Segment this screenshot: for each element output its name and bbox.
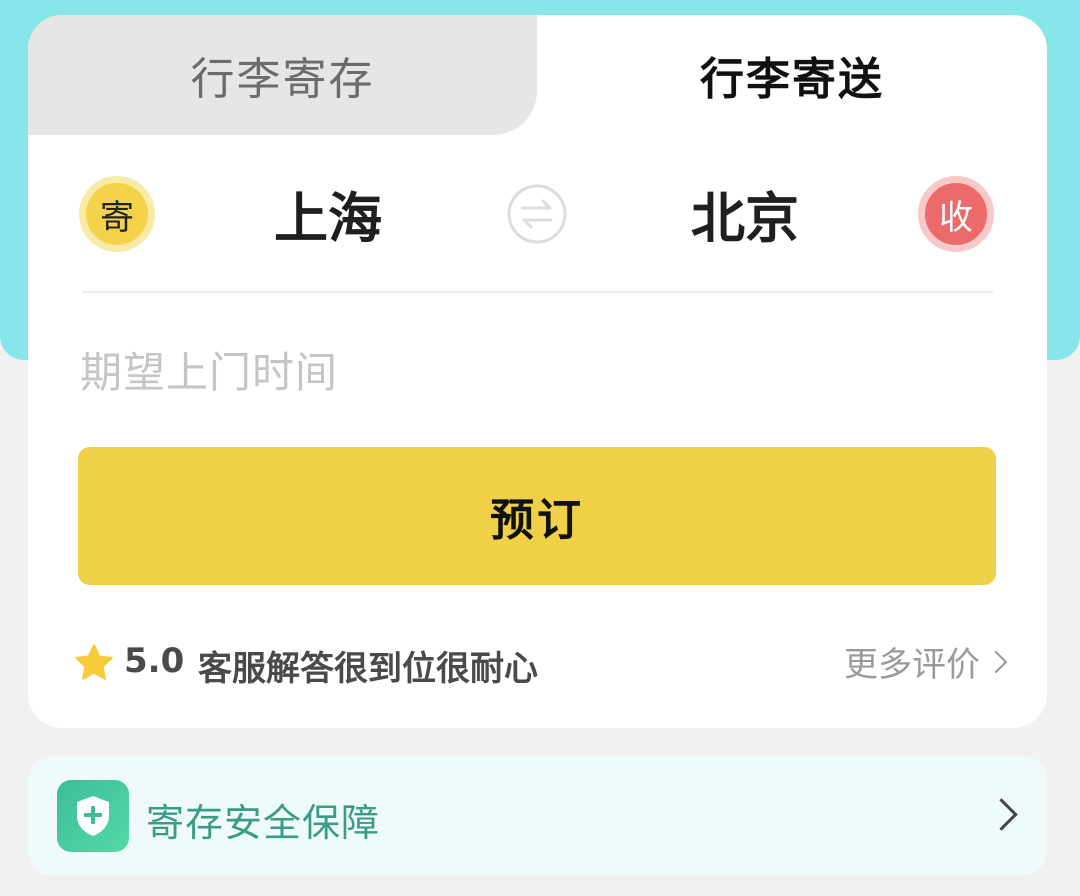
booking-card: 行李寄存 行李寄送 寄 上海 北京 收 期望上门时间 预订 5.0 客服解答很到… [28,15,1047,728]
origin-city-label: 上海 [274,186,382,250]
send-badge: 寄 [79,176,155,252]
receive-badge-label: 收 [939,197,973,238]
shield-plus-icon [57,780,129,852]
pickup-time-field[interactable]: 期望上门时间 [80,339,338,400]
tab-luggage-delivery-label: 行李寄送 [700,54,884,105]
divider [82,291,993,293]
chevron-right-icon [985,798,1018,831]
review-text: 客服解答很到位很耐心 [198,649,538,689]
review-score: 5.0 [124,641,185,681]
origin-city[interactable]: 上海 [238,175,418,251]
pickup-time-placeholder: 期望上门时间 [80,348,339,397]
book-button[interactable]: 预订 [78,447,996,585]
destination-city[interactable]: 北京 [655,175,835,251]
star-icon [75,644,113,680]
swap-arrows-icon[interactable] [506,183,568,245]
more-reviews-label: 更多评价 [844,645,980,685]
review-row: 5.0 客服解答很到位很耐心 更多评价 [74,635,1008,691]
safety-guarantee-label: 寄存安全保障 [146,801,381,845]
book-button-label: 预订 [490,495,584,546]
send-badge-label: 寄 [100,197,134,238]
tab-luggage-storage-label: 行李寄存 [190,54,375,105]
tab-luggage-delivery[interactable]: 行李寄送 [537,15,1047,135]
chevron-right-icon [984,650,1008,673]
tab-luggage-storage[interactable]: 行李寄存 [28,15,537,135]
more-reviews-link[interactable]: 更多评价 [844,637,1008,686]
safety-guarantee-banner[interactable]: 寄存安全保障 [28,756,1047,875]
destination-city-label: 北京 [691,186,799,250]
receive-badge: 收 [918,176,994,252]
